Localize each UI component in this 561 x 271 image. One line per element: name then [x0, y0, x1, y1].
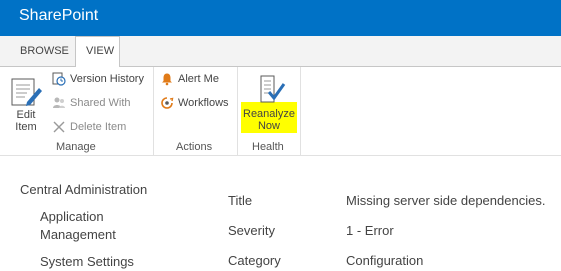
nav-system-settings[interactable]: System Settings — [40, 253, 134, 271]
edit-item-button[interactable]: Edit Item — [6, 72, 46, 134]
edit-item-label-line1: Edit — [16, 109, 36, 121]
alert-me-button[interactable]: Alert Me — [160, 70, 219, 88]
delete-icon — [53, 121, 65, 133]
field-label-category: Category — [228, 253, 281, 268]
group-label-actions: Actions — [176, 141, 213, 153]
field-label-title: Title — [228, 193, 253, 208]
delete-item-button[interactable]: Delete Item — [52, 118, 126, 136]
alert-me-label: Alert Me — [178, 73, 219, 85]
nav-central-administration[interactable]: Central Administration — [20, 181, 147, 199]
workflows-label: Workflows — [178, 97, 229, 109]
field-value-title: Missing server side dependencies. — [346, 193, 546, 208]
ribbon-divider — [0, 155, 561, 156]
version-history-icon — [52, 72, 66, 86]
group-label-health: Health — [252, 141, 284, 153]
reanalyze-label-line2: Now — [257, 120, 280, 132]
suite-bar: SharePoint — [0, 0, 561, 36]
group-separator — [300, 67, 301, 155]
group-separator — [153, 67, 154, 155]
group-label-manage: Manage — [56, 141, 96, 153]
reanalyze-label-line1: Reanalyze — [243, 108, 295, 120]
version-history-label: Version History — [70, 73, 144, 85]
field-value-category: Configuration — [346, 253, 424, 268]
reanalyze-icon — [260, 75, 286, 103]
nav-application-management-line2: Management — [40, 227, 116, 242]
field-label-severity: Severity — [228, 223, 275, 238]
edit-item-icon — [11, 78, 42, 106]
app-title[interactable]: SharePoint — [19, 7, 98, 25]
shared-with-button[interactable]: Shared With — [52, 94, 131, 112]
workflows-icon — [161, 97, 174, 109]
tab-browse[interactable]: BROWSE — [20, 45, 69, 57]
field-value-severity: 1 - Error — [346, 223, 394, 238]
version-history-button[interactable]: Version History — [52, 70, 144, 88]
nav-application-management-line1: Application — [40, 209, 104, 224]
edit-item-label-line2: Item — [15, 121, 37, 133]
group-separator — [237, 67, 238, 155]
delete-item-label: Delete Item — [70, 121, 127, 133]
tab-view[interactable]: VIEW — [86, 45, 114, 57]
workflows-button[interactable]: Workflows — [160, 94, 229, 112]
bell-icon — [162, 73, 172, 86]
shared-with-label: Shared With — [70, 97, 131, 109]
reanalyze-now-button[interactable]: Reanalyze Now — [241, 72, 297, 134]
shared-with-icon — [53, 97, 65, 108]
nav-application-management[interactable]: Application Management — [40, 208, 150, 244]
